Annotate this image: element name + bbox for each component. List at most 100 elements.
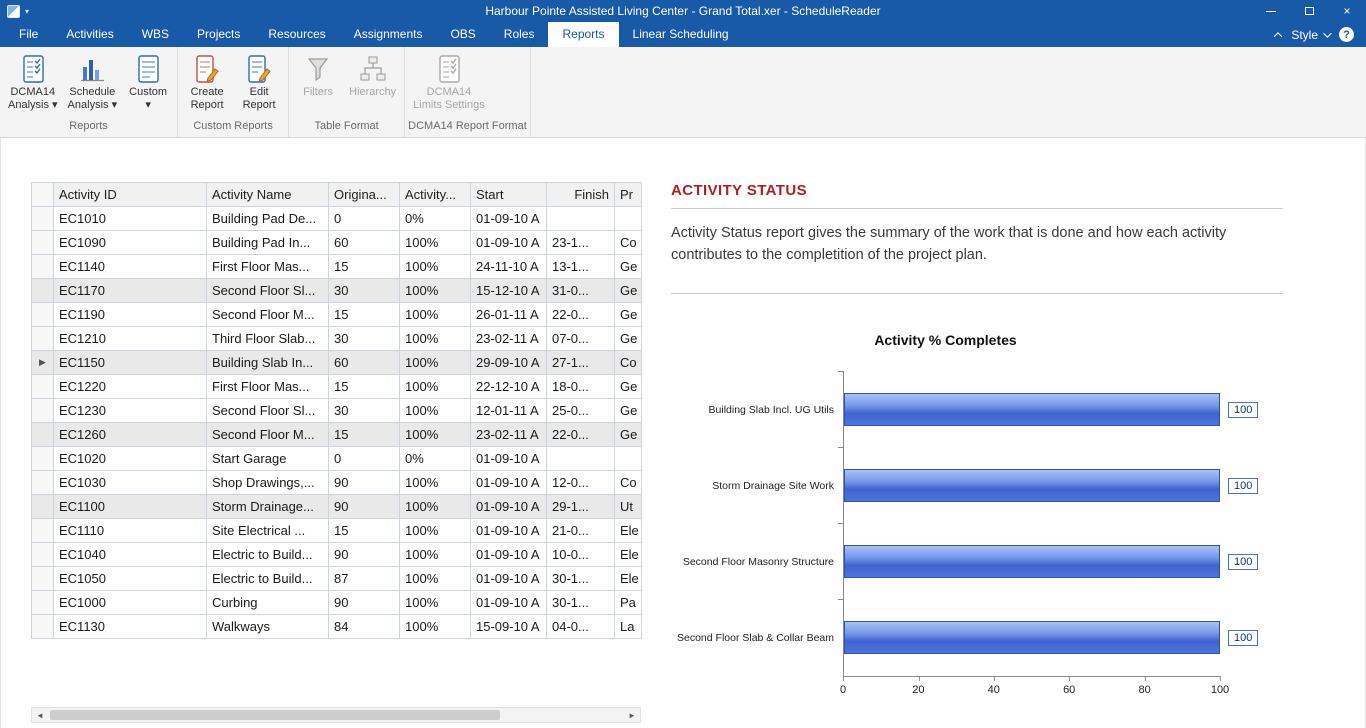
cell-start: 01-09-10 A <box>470 590 547 615</box>
table-row-EC1210[interactable]: EC1210 Third Floor Slab... 30 100% 23-02… <box>31 326 642 351</box>
quick-access-caret-icon[interactable]: ▾ <box>25 7 29 16</box>
ribbon-group-label: Table Format <box>314 120 379 132</box>
checklist-icon <box>8 54 58 86</box>
table-row-EC1150[interactable]: ▶ EC1150 Building Slab In... 60 100% 29-… <box>31 350 642 375</box>
table-row-EC1230[interactable]: EC1230 Second Floor Sl... 30 100% 12-01-… <box>31 398 642 423</box>
table-row-EC1220[interactable]: EC1220 First Floor Mas... 15 100% 22-12-… <box>31 374 642 399</box>
x-tick-label: 0 <box>839 675 847 696</box>
ribbon-button-dcma14-analysis[interactable]: DCMA14 Analysis ▾ <box>3 49 63 115</box>
scroll-left-arrow-icon[interactable]: ◄ <box>32 708 48 722</box>
row-marker: ▶ <box>31 350 54 375</box>
cell-activity-id: EC1110 <box>53 518 207 543</box>
cell-activity-name: Shop Drawings,... <box>206 470 329 495</box>
collapse-ribbon-icon[interactable] <box>1274 31 1283 41</box>
table-row-EC1260[interactable]: EC1260 Second Floor M... 15 100% 23-02-1… <box>31 422 642 447</box>
cell-start: 01-09-10 A <box>470 230 547 255</box>
cell-activity-name: Walkways <box>206 614 329 639</box>
close-button[interactable]: × <box>1328 0 1366 22</box>
cell-original-duration: 30 <box>328 278 400 303</box>
table-row-EC1050[interactable]: EC1050 Electric to Build... 87 100% 01-0… <box>31 566 642 591</box>
ribbon-group-reports: DCMA14 Analysis ▾ Schedule Analysis ▾ Cust… <box>0 47 179 137</box>
titlebar: ▾ Harbour Pointe Assisted Living Center … <box>0 0 1366 22</box>
cell-start: 01-09-10 A <box>470 446 547 471</box>
ribbon-button-schedule-analysis[interactable]: Schedule Analysis ▾ <box>63 49 123 115</box>
x-tick-label: 100 <box>1210 675 1230 696</box>
table-row-EC1190[interactable]: EC1190 Second Floor M... 15 100% 26-01-1… <box>31 302 642 327</box>
tab-wbs[interactable]: WBS <box>128 22 183 47</box>
create-report-icon <box>186 54 228 86</box>
x-tick-label: 20 <box>912 675 925 696</box>
ribbon-button-filters[interactable]: Filters <box>292 49 344 102</box>
table-row-EC1020[interactable]: EC1020 Start Garage 0 0% 01-09-10 A <box>31 446 642 471</box>
col-activity-percent[interactable]: Activity... <box>399 182 471 207</box>
bar-rows: Building Slab Incl. UG Utils 100 Storm D… <box>671 370 1283 676</box>
cell-finish: 23-1... <box>546 230 615 255</box>
bar-value-label: 100 <box>1228 477 1259 494</box>
tab-linear-scheduling[interactable]: Linear Scheduling <box>619 22 743 47</box>
app-logo-icon[interactable] <box>7 4 20 18</box>
tab-reports[interactable]: Reports <box>548 22 619 47</box>
row-marker <box>31 566 54 591</box>
table-row-EC1110[interactable]: EC1110 Site Electrical ... 15 100% 01-09… <box>31 518 642 543</box>
chart-title: Activity % Completes <box>874 331 1017 348</box>
table-row-EC1100[interactable]: EC1100 Storm Drainage... 90 100% 01-09-1… <box>31 494 642 519</box>
maximize-button[interactable] <box>1290 0 1328 22</box>
cell-activity-id: EC1150 <box>53 350 207 375</box>
col-pr[interactable]: Pr <box>614 182 642 207</box>
scrollbar-track[interactable] <box>48 708 624 722</box>
cell-finish <box>546 446 615 471</box>
cell-original-duration: 90 <box>328 470 400 495</box>
minimize-button[interactable] <box>1252 0 1290 22</box>
table-horizontal-scrollbar[interactable]: ◄ ► <box>31 707 641 723</box>
table-row-EC1130[interactable]: EC1130 Walkways 84 100% 15-09-10 A 04-0.… <box>31 614 642 639</box>
tab-resources[interactable]: Resources <box>254 22 339 47</box>
ribbon-button-create-report[interactable]: Create Report <box>181 49 233 115</box>
bar[interactable]: 100 <box>844 545 1259 578</box>
bar[interactable]: 100 <box>844 469 1259 502</box>
cell-pr: Ele <box>614 566 642 591</box>
cell-original-duration: 90 <box>328 590 400 615</box>
table-row-EC1090[interactable]: EC1090 Building Pad In... 60 100% 01-09-… <box>31 230 642 255</box>
tab-roles[interactable]: Roles <box>490 22 549 47</box>
scrollbar-thumb[interactable] <box>50 710 500 720</box>
col-activity-id[interactable]: Activity ID <box>53 182 207 207</box>
ribbon-button-edit-report[interactable]: Edit Report <box>233 49 285 115</box>
cell-activity-percent: 100% <box>399 470 471 495</box>
cell-original-duration: 30 <box>328 326 400 351</box>
cell-activity-name: Site Electrical ... <box>206 518 329 543</box>
tab-obs[interactable]: OBS <box>436 22 489 47</box>
cell-activity-percent: 100% <box>399 350 471 375</box>
row-marker <box>31 230 54 255</box>
table-row-EC1030[interactable]: EC1030 Shop Drawings,... 90 100% 01-09-1… <box>31 470 642 495</box>
tab-file[interactable]: File <box>5 22 52 47</box>
main-content: Activity ID Activity Name Origina... Act… <box>0 138 1366 728</box>
style-dropdown[interactable]: Style <box>1291 28 1332 42</box>
table-row-EC1140[interactable]: EC1140 First Floor Mas... 15 100% 24-11-… <box>31 254 642 279</box>
ribbon-button-label: Custom ▾ <box>129 86 168 111</box>
tab-activities[interactable]: Activities <box>52 22 127 47</box>
cell-finish: 30-1... <box>546 590 615 615</box>
table-row-EC1000[interactable]: EC1000 Curbing 90 100% 01-09-10 A 30-1..… <box>31 590 642 615</box>
table-row-EC1040[interactable]: EC1040 Electric to Build... 90 100% 01-0… <box>31 542 642 567</box>
tab-assignments[interactable]: Assignments <box>340 22 437 47</box>
tab-projects[interactable]: Projects <box>183 22 254 47</box>
cell-pr: Co <box>614 230 642 255</box>
col-original-duration[interactable]: Origina... <box>328 182 400 207</box>
col-start[interactable]: Start <box>470 182 547 207</box>
cell-finish: 25-0... <box>546 398 615 423</box>
help-button[interactable]: ? <box>1339 27 1354 42</box>
bar[interactable]: 100 <box>844 621 1259 654</box>
table-row-EC1170[interactable]: EC1170 Second Floor Sl... 30 100% 15-12-… <box>31 278 642 303</box>
cell-pr: Ut <box>614 494 642 519</box>
cell-activity-name: Building Pad In... <box>206 230 329 255</box>
ribbon-button-custom[interactable]: Custom ▾ <box>122 49 174 115</box>
ribbon-button-dcma14-limits-settings[interactable]: DCMA14 Limits Settings <box>408 49 490 115</box>
table-row-EC1010[interactable]: EC1010 Building Pad De... 0 0% 01-09-10 … <box>31 206 642 231</box>
scroll-right-arrow-icon[interactable]: ► <box>624 708 640 722</box>
col-finish[interactable]: Finish <box>546 182 615 207</box>
cell-activity-percent: 100% <box>399 398 471 423</box>
row-marker <box>31 206 54 231</box>
ribbon-button-hierarchy[interactable]: Hierarchy <box>344 49 401 102</box>
col-activity-name[interactable]: Activity Name <box>206 182 329 207</box>
bar[interactable]: 100 <box>844 393 1259 426</box>
